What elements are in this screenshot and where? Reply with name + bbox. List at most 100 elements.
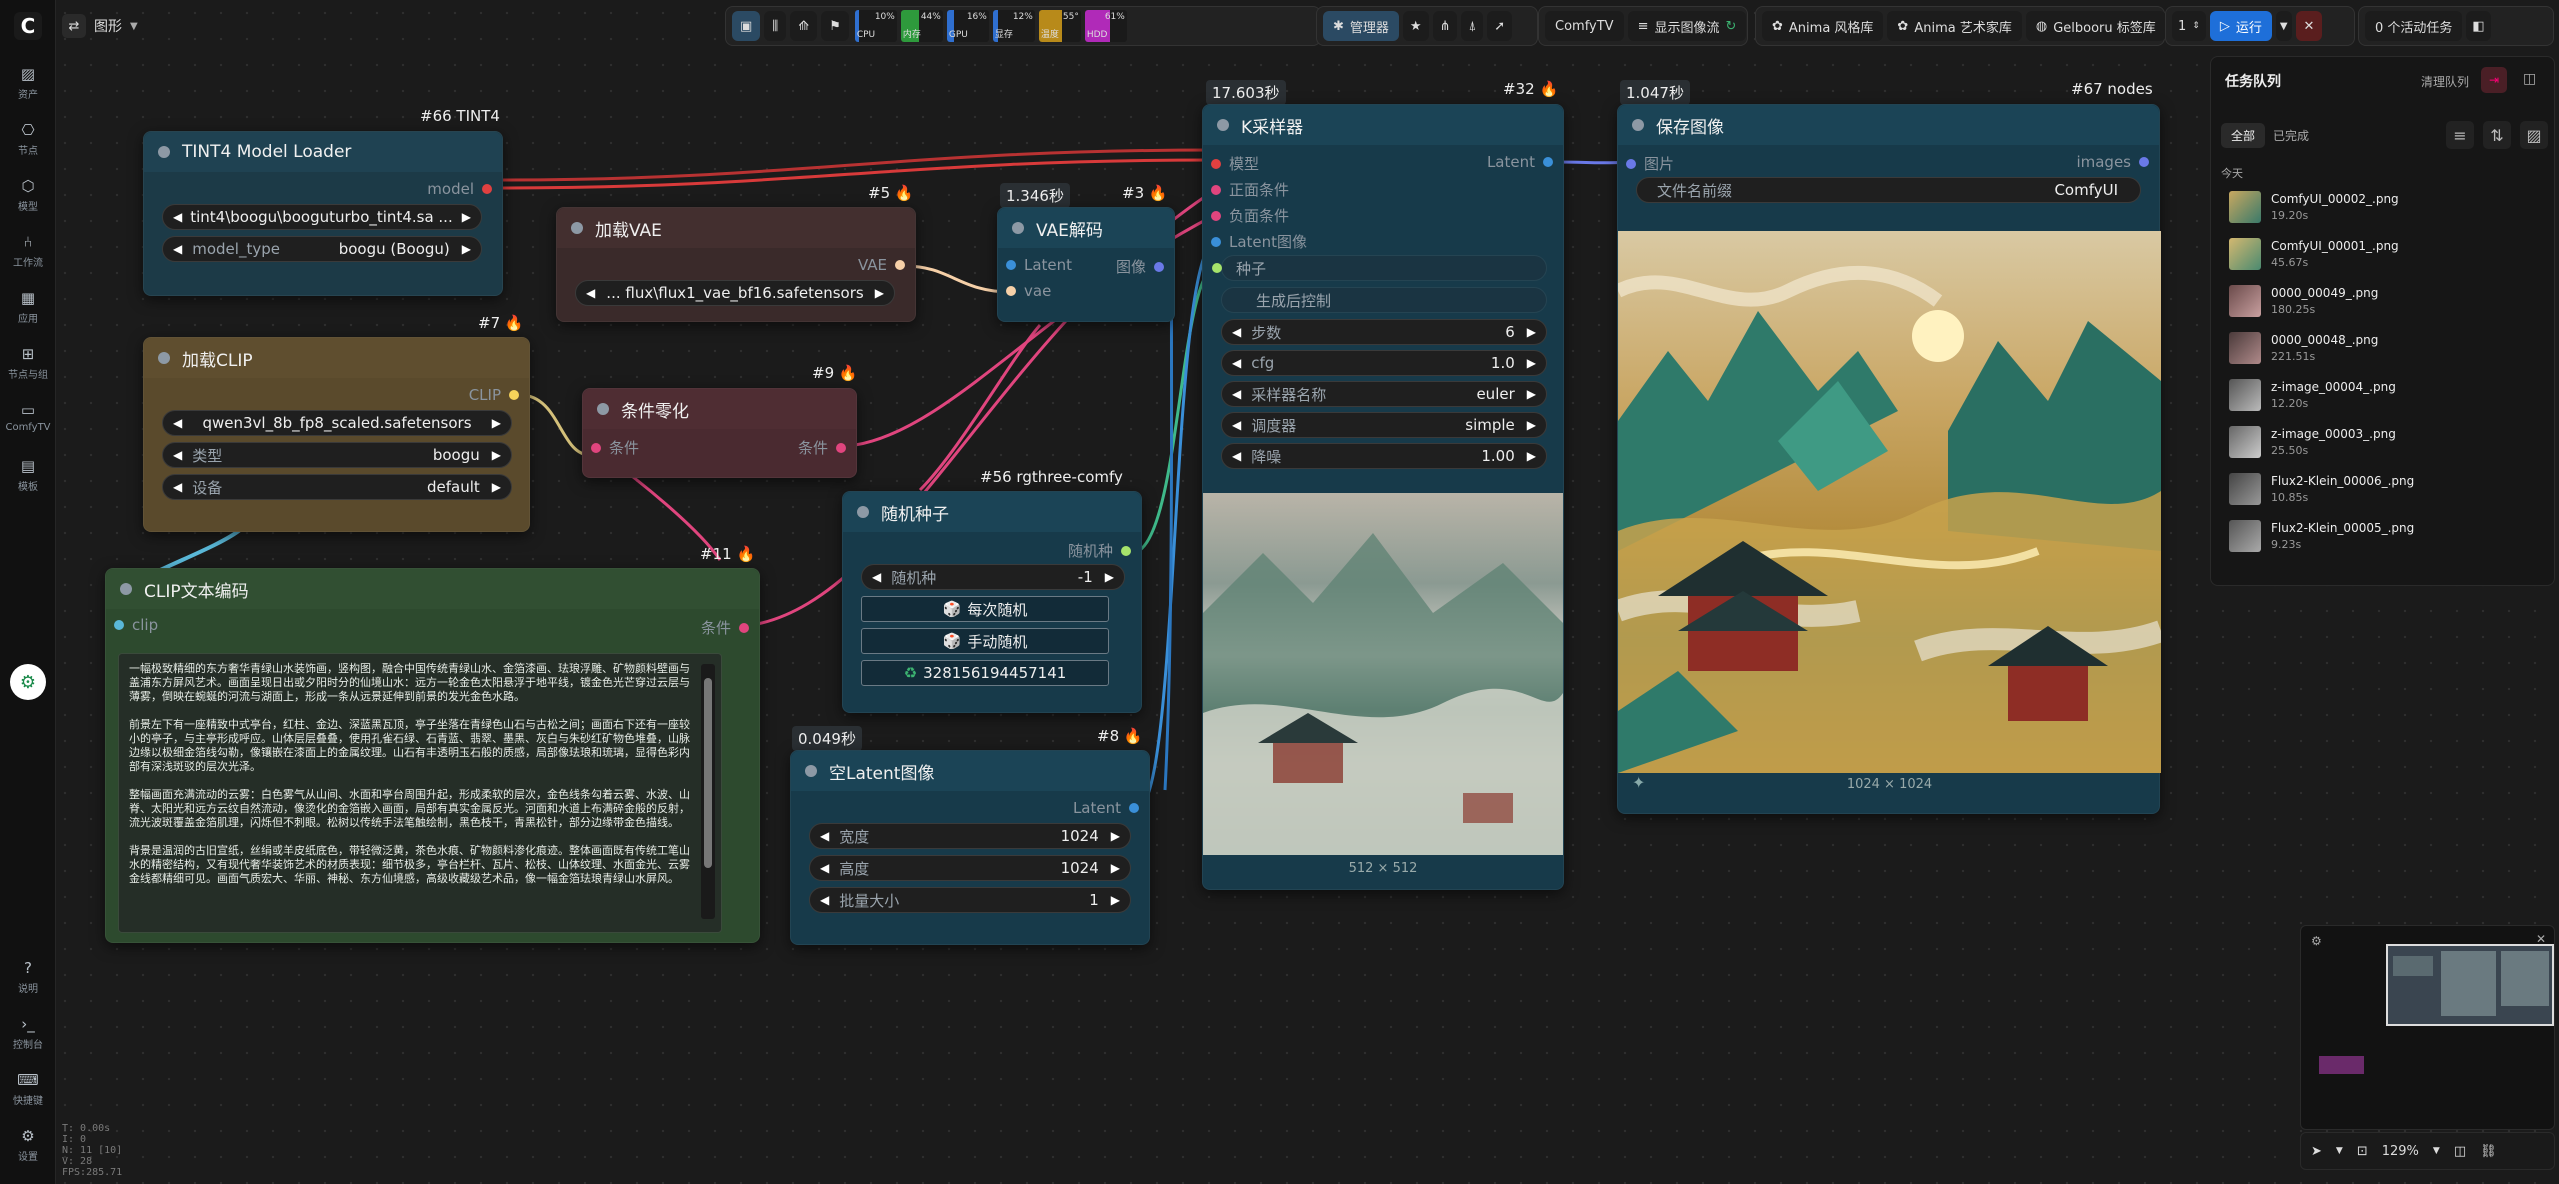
tool-button-c[interactable]: ➚ — [1487, 11, 1513, 41]
output-conditioning[interactable]: 条件 — [798, 437, 846, 458]
last-seed-button[interactable]: ♻ 328156194457141 — [861, 660, 1109, 686]
left-arrow-icon[interactable]: ◀ — [1232, 449, 1241, 463]
slot-dot[interactable] — [1006, 260, 1016, 270]
queue-item[interactable]: z-image_00004_.png 12.20s — [2229, 373, 2549, 417]
output-model[interactable]: model — [427, 180, 492, 198]
node-conditioning-zero[interactable]: 条件零化 条件 条件 — [582, 388, 857, 478]
collapse-dot[interactable] — [1012, 222, 1024, 234]
width-widget[interactable]: ◀ 宽度 1024 ▶ — [809, 823, 1131, 849]
comfy-logo[interactable]: C — [14, 12, 42, 40]
slot-dot[interactable] — [114, 620, 124, 630]
vae-name-widget[interactable]: ◀ ... flux\flux1_vae_bf16.safetensors ▶ — [575, 280, 895, 306]
slot-dot[interactable] — [1626, 158, 1636, 169]
link-visibility-icon[interactable]: ⛓ — [2480, 1144, 2497, 1159]
right-arrow-icon[interactable]: ▶ — [875, 286, 884, 300]
input-vae[interactable]: vae — [1006, 282, 1051, 300]
sidebar-item-nodes[interactable]: ⎔ 节点 — [0, 120, 56, 157]
ckpt-widget[interactable]: ◀ tint4\boogu\booguturbo_tint4.sa ... ▶ — [162, 204, 482, 230]
sidebar-item-gear[interactable]: ⚙ 设置 — [0, 1126, 56, 1163]
assistant-icon[interactable]: ⚙ — [10, 664, 46, 700]
collapse-dot[interactable] — [158, 146, 170, 158]
clip-type-widget[interactable]: ◀ 类型 boogu ▶ — [162, 442, 512, 468]
right-arrow-icon[interactable]: ▶ — [1111, 829, 1120, 843]
queue-item[interactable]: Flux2-Klein_00006_.png 10.85s — [2229, 467, 2549, 511]
sidebar-item-template[interactable]: ▤ 模板 — [0, 456, 56, 493]
sort-icon[interactable]: ⇅ — [2483, 121, 2511, 149]
slot-dot[interactable] — [1212, 263, 1222, 273]
left-arrow-icon[interactable]: ◀ — [820, 893, 829, 907]
prompt-scrollbar[interactable] — [701, 664, 715, 919]
chevron-down-icon[interactable]: ▼ — [2433, 1146, 2440, 1156]
prompt-textarea[interactable]: 一幅极致精细的东方奢华青绿山水装饰画，竖构图，融合中国传统青绿山水、金箔漆画、珐… — [118, 653, 722, 933]
node-clip-text-encode[interactable]: CLIP文本编码 clip 条件 一幅极致精细的东方奢华青绿山水装饰画，竖构图，… — [105, 568, 760, 943]
collapse-dot[interactable] — [597, 403, 609, 415]
right-arrow-icon[interactable]: ▶ — [1111, 861, 1120, 875]
right-arrow-icon[interactable]: ▶ — [492, 416, 501, 430]
input-clip[interactable]: clip — [114, 616, 158, 634]
node-tint4-loader[interactable]: TINT4 Model Loader model ◀ tint4\boogu\bo… — [143, 131, 503, 296]
rocket-button[interactable]: ⟰ — [790, 11, 818, 41]
seed-widget[interactable]: ◀ 随机种 -1 ▶ — [861, 564, 1125, 590]
comfyui-canvas[interactable]: C ▨ 资产 ⎔ 节点 ⬡ 模型 ⑃ 工作流 ▦ 应用 ⊞ 节点与组 ▭ ComfyTV ▤ 模板 ? 说明 ›_… — [0, 0, 2559, 1184]
node-save-image[interactable]: 保存图像 图片 images 文件名前缀 ComfyUI ✦ 1024 × 10… — [1617, 104, 2161, 814]
slot-dot[interactable] — [509, 390, 519, 400]
output-latent[interactable]: Latent — [1487, 153, 1553, 171]
clear-queue-icon[interactable]: ⇥ — [2481, 67, 2507, 93]
run-button[interactable]: ▷ 运行 — [2209, 11, 2272, 41]
right-arrow-icon[interactable]: ▶ — [462, 210, 471, 224]
chart-toggle-button[interactable]: ⫼ — [764, 11, 787, 41]
input-latent-image[interactable]: Latent图像 — [1211, 231, 1307, 252]
left-arrow-icon[interactable]: ◀ — [1232, 356, 1241, 370]
queue-item[interactable]: 0000_00048_.png 221.51s — [2229, 326, 2549, 370]
collapse-dot[interactable] — [805, 765, 817, 777]
control-after-generate-widget[interactable]: 生成后控制 — [1221, 287, 1547, 313]
left-arrow-icon[interactable]: ◀ — [820, 829, 829, 843]
right-arrow-icon[interactable]: ▶ — [1527, 325, 1536, 339]
output-image[interactable]: 图像 — [1116, 256, 1164, 277]
input-model[interactable]: 模型 — [1211, 153, 1259, 174]
model-type-widget[interactable]: ◀ model_type boogu (Boogu) ▶ — [162, 236, 482, 262]
minimap-settings-icon[interactable]: ⚙ — [2311, 934, 2322, 948]
slot-dot[interactable] — [1006, 286, 1016, 296]
workflow-tab[interactable]: ⇄ 图形 ▼ — [62, 12, 138, 40]
slot-dot[interactable] — [895, 260, 905, 270]
output-images[interactable]: images — [2076, 153, 2149, 171]
ksampler-widget-0[interactable]: ◀ 步数 6 ▶ — [1221, 319, 1547, 345]
filter-icon[interactable]: ≡ — [2446, 121, 2474, 149]
randomize-each-button[interactable]: 🎲 每次随机 — [861, 596, 1109, 622]
collapse-dot[interactable] — [158, 352, 170, 364]
slot-dot[interactable] — [1543, 157, 1553, 167]
collapse-dot[interactable] — [1632, 119, 1644, 131]
slot-dot[interactable] — [1211, 210, 1221, 221]
chevron-down-icon[interactable]: ▼ — [2336, 1146, 2343, 1156]
output-image-preview[interactable] — [1618, 231, 2161, 773]
queue-item[interactable]: Flux2-Klein_00005_.png 9.23s — [2229, 514, 2549, 558]
node-vae-decode[interactable]: VAE解码 Latent vae 图像 — [997, 207, 1175, 322]
right-arrow-icon[interactable]: ▶ — [1105, 570, 1114, 584]
slot-dot[interactable] — [591, 442, 601, 453]
tool-button-a[interactable]: ⋔ — [1432, 11, 1458, 41]
left-arrow-icon[interactable]: ◀ — [1232, 418, 1241, 432]
gelbooru-button[interactable]: ◍ Gelbooru 标签库 — [2025, 11, 2166, 41]
height-widget[interactable]: ◀ 高度 1024 ▶ — [809, 855, 1131, 881]
output-clip[interactable]: CLIP — [469, 386, 519, 404]
input-positive[interactable]: 正面条件 — [1211, 179, 1289, 200]
run-options-button[interactable]: ▼ — [2275, 11, 2292, 41]
slot-dot[interactable] — [1211, 184, 1221, 195]
node-vae-loader[interactable]: 加载VAE VAE ◀ ... flux\flux1_vae_bf16.safet… — [556, 207, 916, 322]
bookmark-button[interactable]: ⚑ — [821, 11, 849, 41]
right-arrow-icon[interactable]: ▶ — [492, 448, 501, 462]
left-arrow-icon[interactable]: ◀ — [872, 570, 881, 584]
node-ksampler[interactable]: K采样器 模型 正面条件 负面条件 Latent图像 Latent 种子 生成后… — [1202, 104, 1564, 890]
output-vae[interactable]: VAE — [858, 256, 905, 274]
queue-item[interactable]: ComfyUI_00002_.png 19.20s — [2229, 185, 2549, 229]
slot-dot[interactable] — [836, 442, 846, 453]
left-arrow-icon[interactable]: ◀ — [820, 861, 829, 875]
slot-dot[interactable] — [2139, 157, 2149, 167]
queue-tab-all[interactable]: 全部 — [2221, 123, 2266, 148]
right-arrow-icon[interactable]: ▶ — [492, 480, 501, 494]
zoom-level[interactable]: 129% — [2382, 1144, 2419, 1159]
left-arrow-icon[interactable]: ◀ — [586, 286, 595, 300]
sidebar-item-app[interactable]: ▦ 应用 — [0, 288, 56, 325]
anima-style-button[interactable]: ✿ Anima 风格库 — [1762, 11, 1884, 41]
